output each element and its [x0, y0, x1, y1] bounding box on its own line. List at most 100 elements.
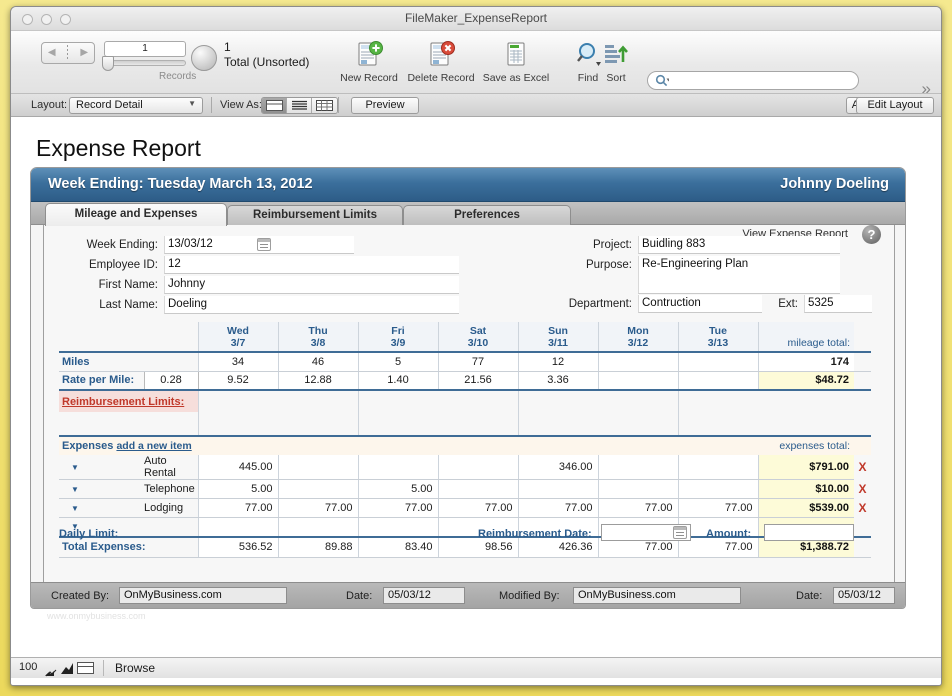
- expense-row-1-tue[interactable]: [677, 479, 758, 499]
- miles-fri[interactable]: 5: [357, 352, 438, 372]
- rate-fri: 1.40: [357, 371, 438, 391]
- day-name-wed: Wed: [227, 324, 249, 337]
- table-row[interactable]: ▼ Lodging 77.00 77.00 77.00 77.00 77.00 …: [59, 498, 871, 518]
- tab-preferences[interactable]: Preferences: [403, 205, 571, 226]
- expense-row-2-thu[interactable]: 77.00: [277, 498, 358, 518]
- table-row[interactable]: ▼ Auto Rental 445.00 346.00 $791.00 X: [59, 455, 871, 480]
- search-input[interactable]: [676, 73, 852, 88]
- edit-layout-button[interactable]: Edit Layout: [856, 97, 934, 114]
- day-date-fri: 3/9: [390, 336, 406, 349]
- quick-find-box[interactable]: [647, 71, 859, 90]
- expense-row-2-tue[interactable]: 77.00: [677, 498, 758, 518]
- record-mode-knob[interactable]: [191, 45, 217, 71]
- save-as-excel-button[interactable]: Save as Excel: [480, 40, 552, 84]
- expense-row-2-fri[interactable]: 77.00: [357, 498, 438, 518]
- window-titlebar: FileMaker_ExpenseReport: [11, 7, 941, 31]
- project-field[interactable]: Buidling 883: [638, 236, 840, 254]
- table-row[interactable]: ▼ Telephone 5.00 5.00 $10.00 X: [59, 479, 871, 499]
- employee-id-field[interactable]: 12: [164, 256, 459, 274]
- miles-sun[interactable]: 12: [517, 352, 598, 372]
- window-title: FileMaker_ExpenseReport: [404, 11, 548, 25]
- preview-button[interactable]: Preview: [351, 97, 419, 114]
- expenses-total-label: expenses total:: [758, 436, 854, 455]
- expense-row-0-wed[interactable]: 445.00: [197, 455, 278, 480]
- delete-record-button[interactable]: Delete Record: [405, 40, 477, 84]
- day-header-thu: Thu 3/8: [277, 322, 358, 353]
- expense-row-0-sun[interactable]: 346.00: [517, 455, 598, 480]
- expense-row-1-sun[interactable]: [517, 479, 598, 499]
- current-record-field[interactable]: 1: [104, 41, 186, 57]
- add-new-item-link[interactable]: add a new item: [116, 440, 191, 452]
- expense-row-0-delete-button[interactable]: X: [854, 455, 871, 480]
- layout-select[interactable]: Record Detail ▼: [69, 97, 203, 114]
- expense-row-1-mon[interactable]: [597, 479, 678, 499]
- rate-per-mile-value[interactable]: 0.28: [143, 371, 199, 391]
- record-count: 1: [224, 40, 231, 54]
- miles-total: 174: [757, 352, 854, 372]
- expense-row-0-tue[interactable]: [677, 455, 758, 480]
- expense-row-1-fri[interactable]: 5.00: [357, 479, 438, 499]
- department-field[interactable]: Contruction: [638, 295, 762, 313]
- help-icon[interactable]: ?: [862, 225, 881, 244]
- expbar-fri: [358, 436, 438, 455]
- expense-row-0-fri[interactable]: [357, 455, 438, 480]
- record-slider-thumb[interactable]: [102, 56, 114, 71]
- miles-rightpad: [854, 352, 871, 372]
- miles-mon[interactable]: [597, 352, 678, 372]
- expense-row-2-disclosure[interactable]: ▼: [59, 498, 144, 518]
- expense-row-2-sat[interactable]: 77.00: [437, 498, 518, 518]
- expense-report-card: Week Ending: Tuesday March 13, 2012 John…: [30, 167, 906, 609]
- purpose-field[interactable]: Re-Engineering Plan: [638, 256, 840, 294]
- zoom-out-icon[interactable]: [45, 664, 57, 682]
- expense-row-2-mon[interactable]: 77.00: [597, 498, 678, 518]
- calendar-icon-week-ending[interactable]: [257, 238, 271, 251]
- miles-sat[interactable]: 77: [437, 352, 518, 372]
- form-view-button[interactable]: [262, 98, 287, 113]
- purpose-label: Purpose:: [585, 259, 632, 271]
- miles-thu[interactable]: 46: [277, 352, 358, 372]
- miles-wed[interactable]: 34: [197, 352, 278, 372]
- sort-button[interactable]: Sort: [591, 40, 641, 84]
- layout-label: Layout:: [31, 99, 68, 111]
- amount-field[interactable]: [764, 524, 854, 541]
- expense-row-0-mon[interactable]: [597, 455, 678, 480]
- table-view-button[interactable]: [312, 98, 337, 113]
- limits-spacer-label: [59, 412, 198, 437]
- view-as-button-group[interactable]: [261, 97, 338, 114]
- expense-row-1-wed[interactable]: 5.00: [197, 479, 278, 499]
- record-slider-track[interactable]: [104, 60, 186, 66]
- expense-row-2-delete-button[interactable]: X: [854, 499, 871, 518]
- record-navigation-book[interactable]: ◀ ▶: [41, 42, 95, 64]
- expense-row-1-thu[interactable]: [277, 479, 358, 499]
- zoom-in-icon[interactable]: [61, 662, 74, 680]
- ext-field[interactable]: 5325: [804, 295, 872, 313]
- new-record-button[interactable]: New Record: [333, 40, 405, 84]
- expense-row-1-sat[interactable]: [437, 479, 518, 499]
- tab-reimbursement-limits[interactable]: Reimbursement Limits: [227, 205, 403, 226]
- expense-row-0-disclosure[interactable]: ▼: [59, 455, 144, 480]
- first-name-field[interactable]: Johnny: [164, 276, 459, 294]
- expense-row-0-sat[interactable]: [437, 455, 518, 480]
- expense-row-2-wed[interactable]: 77.00: [197, 498, 278, 518]
- last-name-field[interactable]: Doeling: [164, 296, 459, 314]
- excel-icon: [480, 40, 552, 70]
- calendar-icon-reimbursement-date[interactable]: [673, 526, 687, 539]
- next-record-icon[interactable]: ▶: [80, 48, 88, 58]
- expense-row-1-name[interactable]: Telephone: [144, 479, 198, 499]
- reimbursement-limits-row: Reimbursement Limits:: [59, 390, 871, 412]
- expense-row-1-delete-button[interactable]: X: [854, 480, 871, 499]
- expense-row-2-sun[interactable]: 77.00: [517, 498, 598, 518]
- expense-row-0-name[interactable]: Auto Rental: [144, 455, 198, 480]
- expense-row-2-name[interactable]: Lodging: [144, 498, 198, 518]
- records-label: Records: [159, 71, 197, 82]
- miles-tue[interactable]: [677, 352, 758, 372]
- day-date-tue: 3/13: [707, 336, 729, 349]
- expense-row-1-disclosure[interactable]: ▼: [59, 479, 144, 499]
- reimbursement-limits-label: Reimbursement Limits:: [59, 390, 198, 412]
- expense-row-0-thu[interactable]: [277, 455, 358, 480]
- list-view-button[interactable]: [287, 98, 312, 113]
- tab-mileage-and-expenses[interactable]: Mileage and Expenses: [45, 203, 227, 226]
- limits-wed: [197, 390, 278, 412]
- previous-record-icon[interactable]: ◀: [48, 48, 56, 58]
- status-toolbar-toggle-icon[interactable]: [77, 662, 94, 674]
